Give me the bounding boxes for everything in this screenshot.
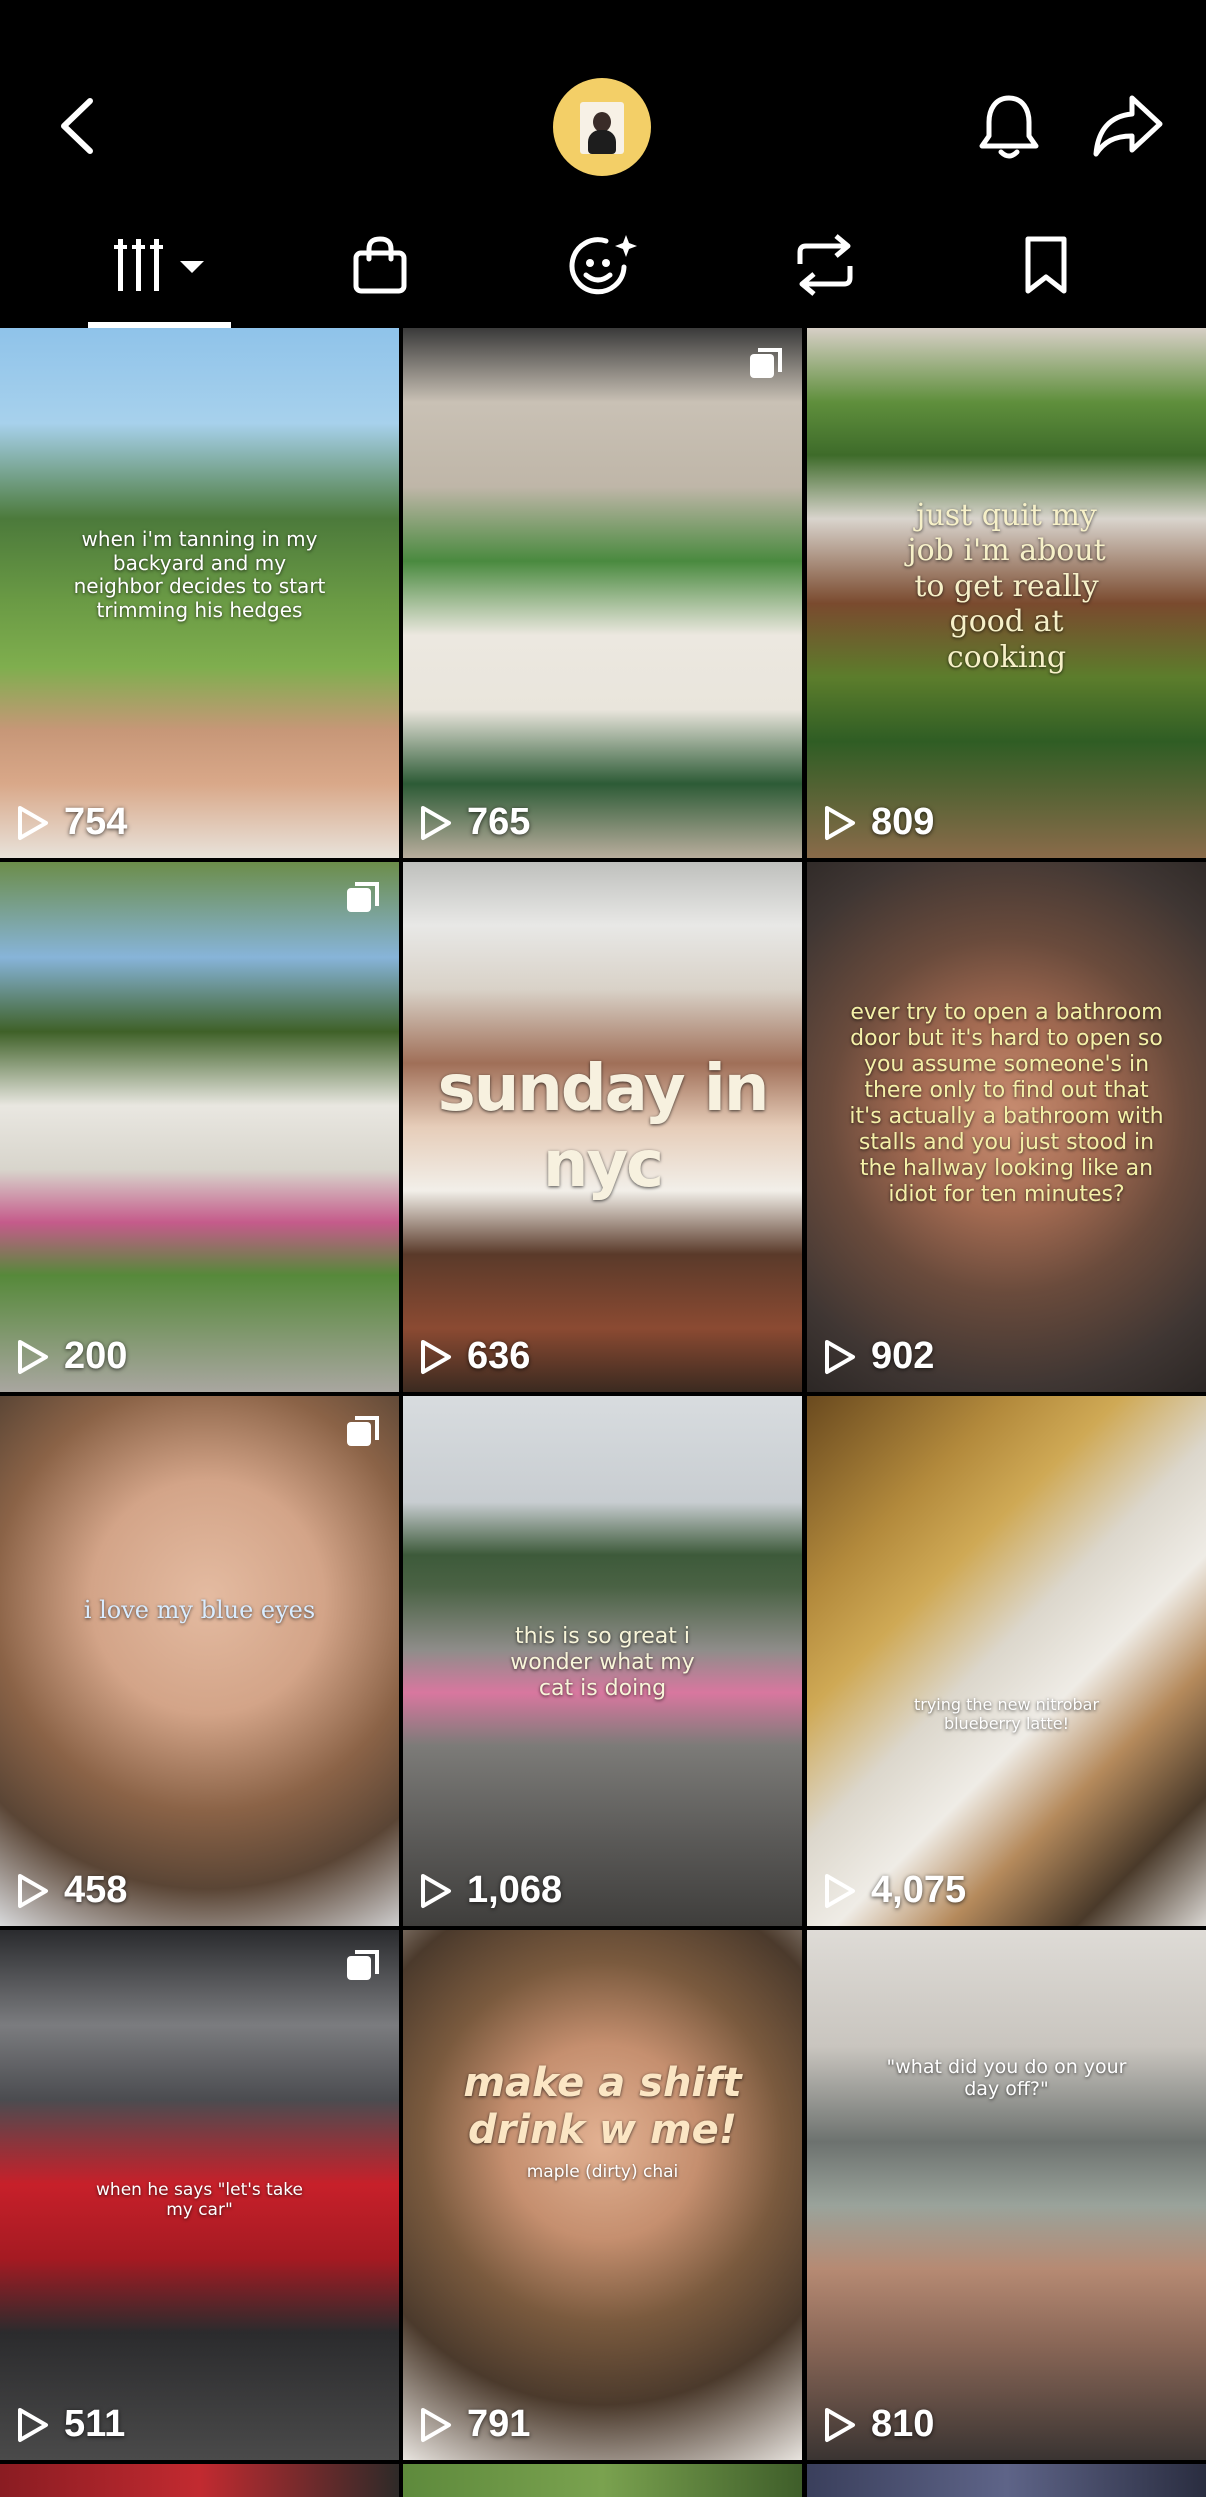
video-caption: sunday in nyc [437, 1052, 770, 1202]
sparkle-face-icon [569, 235, 637, 295]
view-count-label: 791 [467, 2403, 531, 2445]
view-count-label: 511 [64, 2403, 126, 2445]
video-tile[interactable] [807, 2464, 1206, 2497]
play-icon [825, 805, 855, 840]
view-count-label: 636 [467, 1335, 531, 1377]
video-tile[interactable]: 765 [403, 328, 802, 858]
shopping-bag-icon [353, 236, 407, 294]
play-icon [421, 2407, 451, 2442]
back-button[interactable] [52, 95, 104, 157]
multi-photo-icon [347, 1416, 379, 1446]
video-caption: just quit my job i'm about to get really… [907, 498, 1106, 675]
view-count-label: 754 [64, 801, 128, 843]
play-icon [18, 1339, 48, 1374]
video-caption: this is so great i wonder what my cat is… [510, 1624, 695, 1701]
view-count: 1,068 [419, 1869, 562, 1912]
video-grid: when i'm tanning in my backyard and my n… [0, 328, 1206, 2497]
view-count-label: 809 [871, 801, 935, 843]
view-count-label: 810 [871, 2403, 935, 2445]
video-caption: ever try to open a bathroom door but it'… [849, 1000, 1164, 1207]
tab-shop[interactable] [348, 230, 412, 300]
view-count-label: 1,068 [467, 1869, 563, 1911]
chevron-left-icon [61, 98, 93, 154]
view-count: 511 [16, 2403, 125, 2446]
play-icon [18, 2407, 48, 2442]
share-arrow-icon [1093, 95, 1163, 157]
play-icon [18, 1873, 48, 1908]
video-tile[interactable]: "what did you do on your day off?" 810 [807, 1930, 1206, 2460]
view-count: 791 [419, 2403, 530, 2446]
grid-filter-icon [114, 239, 204, 291]
video-caption: when he says "let's take my car" [96, 2180, 303, 2221]
video-tile[interactable]: 200 [0, 862, 399, 1392]
tab-reposts[interactable] [792, 230, 858, 300]
video-tile[interactable] [403, 2464, 802, 2497]
notifications-button[interactable] [975, 92, 1043, 162]
video-caption: i love my blue eyes [83, 1596, 316, 1624]
video-tile[interactable]: when i'm tanning in my backyard and my n… [0, 328, 399, 858]
play-icon [421, 1873, 451, 1908]
view-count: 458 [16, 1869, 127, 1912]
play-icon [825, 2407, 855, 2442]
video-caption: make a shift drink w me! [463, 2060, 742, 2154]
bookmark-icon [1025, 236, 1067, 294]
share-button[interactable] [1092, 92, 1164, 158]
bell-icon [979, 95, 1039, 159]
video-caption: "what did you do on your day off?" [886, 2056, 1127, 2101]
view-count: 902 [823, 1335, 934, 1378]
tab-saved[interactable] [1018, 230, 1074, 300]
view-count: 810 [823, 2403, 934, 2446]
view-count: 809 [823, 801, 934, 844]
play-icon [825, 1339, 855, 1374]
video-tile[interactable]: trying the new nitrobar blueberry latte!… [807, 1396, 1206, 1926]
multi-photo-icon [347, 1950, 379, 1980]
view-count-label: 200 [64, 1335, 128, 1377]
view-count-label: 902 [871, 1335, 935, 1377]
video-tile[interactable]: i love my blue eyes 458 [0, 1396, 399, 1926]
video-tile[interactable]: just quit my job i'm about to get really… [807, 328, 1206, 858]
video-tile[interactable]: when he says "let's take my car" 511 [0, 1930, 399, 2460]
play-icon [421, 805, 451, 840]
video-subcaption: maple (dirty) chai [526, 2162, 679, 2182]
view-count-label: 765 [467, 801, 531, 843]
top-bar [0, 0, 1206, 210]
play-icon [825, 1873, 855, 1908]
view-count: 754 [16, 801, 127, 844]
repost-icon [797, 234, 853, 296]
video-tile[interactable]: ever try to open a bathroom door but it'… [807, 862, 1206, 1392]
play-icon [421, 1339, 451, 1374]
play-icon [18, 805, 48, 840]
view-count: 765 [419, 801, 530, 844]
video-caption: trying the new nitrobar blueberry latte! [913, 1695, 1100, 1733]
profile-avatar[interactable] [553, 78, 651, 176]
profile-tabs [0, 210, 1206, 328]
multi-photo-icon [750, 348, 782, 378]
view-count: 4,075 [823, 1869, 966, 1912]
video-tile[interactable]: sunday in nyc 636 [403, 862, 802, 1392]
view-count: 200 [16, 1335, 127, 1378]
view-count-label: 458 [64, 1869, 128, 1911]
multi-photo-icon [347, 882, 379, 912]
video-tile[interactable]: this is so great i wonder what my cat is… [403, 1396, 802, 1926]
video-tile[interactable] [0, 2464, 399, 2497]
video-caption: when i'm tanning in my backyard and my n… [73, 527, 326, 622]
video-tile[interactable]: make a shift drink w me! maple (dirty) c… [403, 1930, 802, 2460]
tab-favorites[interactable] [568, 230, 640, 300]
tab-videos[interactable] [110, 230, 210, 300]
view-count-label: 4,075 [871, 1869, 967, 1911]
view-count: 636 [419, 1335, 530, 1378]
